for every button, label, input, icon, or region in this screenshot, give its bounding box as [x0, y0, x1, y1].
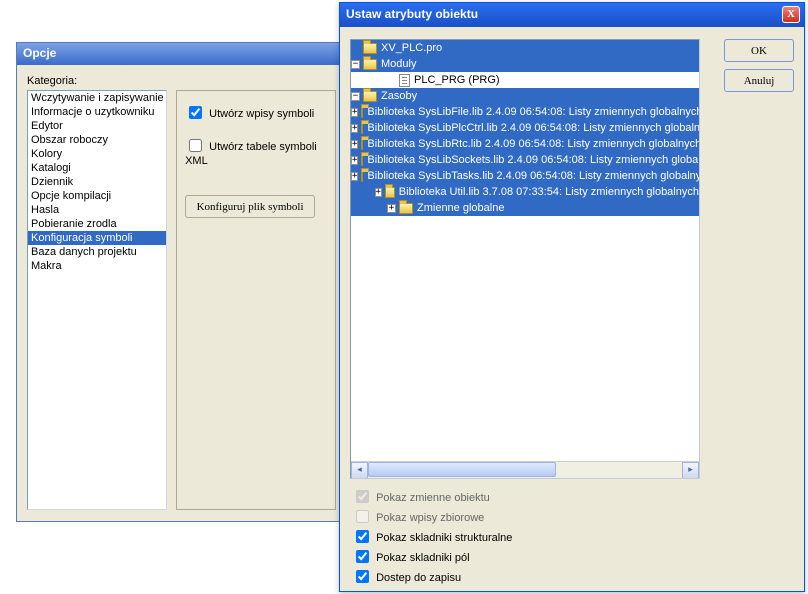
checkbox-create-entries-input[interactable]	[189, 106, 202, 119]
options-title: Opcje	[17, 43, 347, 65]
tree-label: Biblioteka SysLibSockets.lib 2.4.09 06:5…	[367, 152, 700, 168]
category-item[interactable]: Hasla	[28, 203, 166, 217]
category-item[interactable]: Konfiguracja symboli	[28, 231, 166, 245]
category-label: Kategoria:	[27, 75, 337, 87]
folder-icon	[363, 43, 377, 54]
category-item[interactable]: Katalogi	[28, 161, 166, 175]
cb-write-access-input[interactable]	[356, 570, 369, 583]
category-item[interactable]: Edytor	[28, 119, 166, 133]
expand-icon[interactable]: +	[351, 108, 358, 117]
folder-icon	[361, 155, 363, 166]
tree-globals[interactable]: + Zmienne globalne	[351, 200, 699, 216]
tree-library[interactable]: + Biblioteka SysLibRtc.lib 2.4.09 06:54:0…	[351, 136, 699, 152]
scroll-right-icon[interactable]: ▸	[682, 462, 699, 479]
attribute-title-text: Ustaw atrybuty obiektu	[346, 7, 478, 21]
folder-icon	[361, 171, 363, 182]
tree-label: Biblioteka Util.lib 3.7.08 07:33:54: Lis…	[399, 184, 699, 200]
category-list[interactable]: Wczytywanie i zapisywanieInformacje o uz…	[27, 90, 167, 510]
category-item[interactable]: Makra	[28, 259, 166, 273]
folder-icon	[361, 139, 363, 150]
cb-show-fields-input[interactable]	[356, 550, 369, 563]
checkbox-create-xml[interactable]: Utwórz tabele symboli XML	[185, 136, 327, 167]
attribute-dialog: Ustaw atrybuty obiektu X OK Anuluj XV_PL…	[339, 2, 805, 592]
tree-label: Biblioteka SysLibTasks.lib 2.4.09 06:54:…	[367, 168, 700, 184]
category-item[interactable]: Informacje o uzytkowniku	[28, 105, 166, 119]
checkbox-create-entries-label: Utwórz wpisy symboli	[209, 108, 314, 120]
category-item[interactable]: Kolory	[28, 147, 166, 161]
tree-label: XV_PLC.pro	[381, 40, 442, 56]
category-item[interactable]: Obszar roboczy	[28, 133, 166, 147]
tree-label: Biblioteka SysLibRtc.lib 2.4.09 06:54:08…	[367, 136, 700, 152]
tree-hscroll[interactable]: ◂ ▸	[351, 461, 699, 478]
category-item[interactable]: Wczytywanie i zapisywanie	[28, 91, 166, 105]
cancel-button[interactable]: Anuluj	[724, 69, 794, 92]
tree-library[interactable]: + Biblioteka SysLibSockets.lib 2.4.09 06:…	[351, 152, 699, 168]
folder-icon	[363, 91, 377, 102]
cb-show-object-vars-label: Pokaz zmienne obiektu	[376, 492, 490, 504]
expand-icon[interactable]: +	[387, 204, 396, 213]
options-body: Kategoria: Wczytywanie i zapisywanieInfo…	[17, 65, 347, 520]
folder-icon	[363, 59, 377, 70]
tree-resources[interactable]: − Zasoby	[351, 88, 699, 104]
category-item[interactable]: Pobieranie zrodla	[28, 217, 166, 231]
tree-label: Moduly	[381, 56, 416, 72]
close-icon[interactable]: X	[782, 6, 800, 23]
symbol-config-group: Utwórz wpisy symboli Utwórz tabele symbo…	[176, 90, 336, 510]
cb-show-collective[interactable]: Pokaz wpisy zbiorowe	[352, 507, 484, 526]
cb-show-fields[interactable]: Pokaz skladniki pól	[352, 547, 470, 566]
ok-button[interactable]: OK	[724, 39, 794, 62]
cb-show-object-vars[interactable]: Pokaz zmienne obiektu	[352, 487, 490, 506]
tree-library[interactable]: + Biblioteka SysLibTasks.lib 2.4.09 06:54…	[351, 168, 699, 184]
options-right: Utwórz wpisy symboli Utwórz tabele symbo…	[176, 90, 336, 510]
folder-icon	[361, 123, 363, 134]
expand-icon[interactable]: +	[351, 124, 358, 133]
expand-icon[interactable]: +	[375, 188, 382, 197]
checkbox-create-xml-input[interactable]	[189, 139, 202, 152]
scroll-thumb[interactable]	[368, 462, 556, 477]
cb-show-fields-label: Pokaz skladniki pól	[376, 552, 470, 564]
tree-label: Biblioteka SysLibFile.lib 2.4.09 06:54:0…	[367, 104, 700, 120]
expand-icon[interactable]: +	[351, 156, 358, 165]
tree-label: Biblioteka SysLibPlcCtrl.lib 2.4.09 06:5…	[367, 120, 700, 136]
cb-show-collective-input[interactable]	[356, 510, 369, 523]
checkbox-create-xml-label: Utwórz tabele symboli XML	[185, 141, 317, 167]
tree-label: Zasoby	[381, 88, 417, 104]
scroll-track[interactable]	[368, 462, 682, 479]
tree-prg[interactable]: PLC_PRG (PRG)	[351, 72, 699, 88]
collapse-icon[interactable]: −	[351, 92, 360, 101]
cb-show-struct[interactable]: Pokaz skladniki strukturalne	[352, 527, 512, 546]
cb-show-struct-label: Pokaz skladniki strukturalne	[376, 532, 512, 544]
tree-label: Zmienne globalne	[417, 200, 504, 216]
object-tree[interactable]: XV_PLC.pro−ModulyPLC_PRG (PRG)−Zasoby+Bi…	[350, 39, 700, 479]
tree-library[interactable]: + Biblioteka SysLibPlcCtrl.lib 2.4.09 06:…	[351, 120, 699, 136]
folder-icon	[361, 107, 363, 118]
tree-label: PLC_PRG (PRG)	[414, 72, 500, 88]
document-icon	[399, 74, 410, 87]
attribute-title: Ustaw atrybuty obiektu X	[340, 3, 804, 27]
configure-symbols-button[interactable]: Konfiguruj plik symboli	[185, 195, 315, 218]
tree-root[interactable]: XV_PLC.pro	[351, 40, 699, 56]
expand-icon[interactable]: +	[351, 140, 358, 149]
cb-show-object-vars-input[interactable]	[356, 490, 369, 503]
tree-library[interactable]: + Biblioteka SysLibFile.lib 2.4.09 06:54:…	[351, 104, 699, 120]
cb-write-access-label: Dostep do zapisu	[376, 572, 461, 584]
scroll-left-icon[interactable]: ◂	[351, 462, 368, 479]
category-item[interactable]: Dziennik	[28, 175, 166, 189]
options-window: Opcje Kategoria: Wczytywanie i zapisywan…	[16, 42, 348, 522]
category-item[interactable]: Opcje kompilacji	[28, 189, 166, 203]
cb-write-access[interactable]: Dostep do zapisu	[352, 567, 461, 586]
category-item[interactable]: Baza danych projektu	[28, 245, 166, 259]
collapse-icon[interactable]: −	[351, 60, 360, 69]
folder-icon	[385, 187, 395, 198]
expand-icon[interactable]: +	[351, 172, 358, 181]
checkbox-create-entries[interactable]: Utwórz wpisy symboli	[185, 103, 327, 122]
tree-library[interactable]: + Biblioteka Util.lib 3.7.08 07:33:54: Li…	[351, 184, 699, 200]
cb-show-struct-input[interactable]	[356, 530, 369, 543]
cb-show-collective-label: Pokaz wpisy zbiorowe	[376, 512, 484, 524]
tree-modules[interactable]: − Moduly	[351, 56, 699, 72]
folder-icon	[399, 203, 413, 214]
